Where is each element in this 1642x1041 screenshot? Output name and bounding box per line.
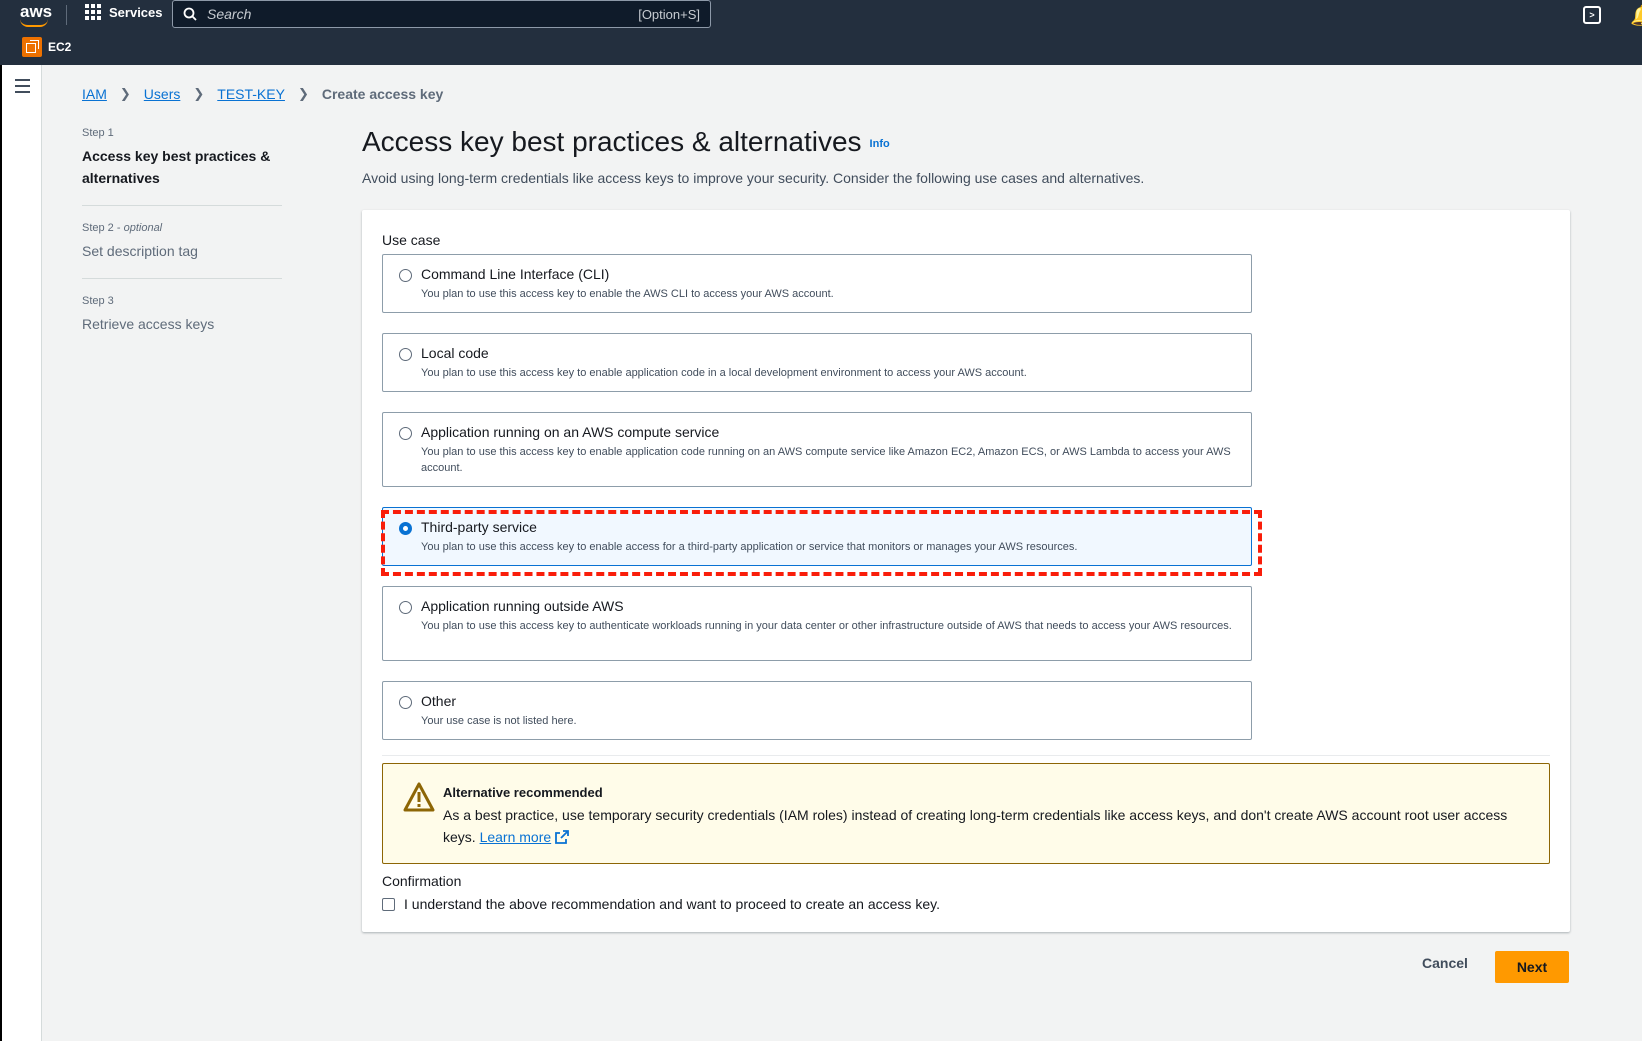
option-description: You plan to use this access key to enabl…: [421, 288, 834, 300]
warning-icon: [403, 782, 435, 812]
info-link[interactable]: Info: [870, 138, 890, 150]
confirmation-text: I understand the above recommendation an…: [404, 896, 940, 912]
side-navigation-rail: [0, 65, 42, 1041]
option-third-party[interactable]: Third-party service You plan to use this…: [382, 507, 1252, 566]
option-other[interactable]: Other Your use case is not listed here.: [382, 681, 1252, 740]
next-button[interactable]: Next: [1495, 951, 1569, 983]
radio-button[interactable]: [399, 696, 412, 709]
search-shortcut-hint: [Option+S]: [638, 7, 700, 22]
option-cli[interactable]: Command Line Interface (CLI) You plan to…: [382, 254, 1252, 313]
step-label: Set description tag: [82, 243, 198, 259]
option-title: Application running outside AWS: [421, 598, 624, 614]
search-input[interactable]: [205, 5, 599, 23]
option-title: Local code: [421, 345, 489, 361]
confirmation-row[interactable]: I understand the above recommendation an…: [382, 896, 940, 912]
learn-more-link[interactable]: Learn more: [480, 829, 552, 845]
step-number: Step 3: [82, 295, 114, 307]
alternative-alert: Alternative recommended As a best practi…: [382, 763, 1550, 864]
breadcrumb-users[interactable]: Users: [144, 86, 181, 102]
chevron-right-icon: ❯: [297, 86, 309, 101]
confirmation-checkbox[interactable]: [382, 897, 395, 911]
section-divider: [382, 755, 1550, 756]
top-navigation: aws Services [Option+S] > 🔔 EC2: [0, 0, 1642, 65]
cloudshell-icon[interactable]: >: [1583, 6, 1601, 24]
option-title: Other: [421, 693, 457, 709]
page-title-text: Access key best practices & alternatives: [362, 126, 862, 157]
aws-smile-icon: [20, 19, 48, 27]
option-description: You plan to use this access key to authe…: [421, 620, 1232, 632]
ec2-icon: [22, 37, 42, 57]
chevron-right-icon: ❯: [119, 86, 131, 101]
step-number: Step 2 - optional: [82, 222, 163, 234]
external-link-icon: [555, 830, 569, 844]
option-local-code[interactable]: Local code You plan to use this access k…: [382, 333, 1252, 392]
page-title: Access key best practices & alternatives…: [362, 126, 890, 158]
radio-button[interactable]: [399, 427, 412, 440]
radio-button[interactable]: [399, 348, 412, 361]
use-case-label: Use case: [382, 232, 441, 248]
alert-text: As a best practice, use temporary securi…: [443, 807, 1508, 845]
option-description: You plan to use this access key to enabl…: [421, 541, 1078, 553]
menu-icon[interactable]: [15, 79, 30, 97]
cancel-button[interactable]: Cancel: [1422, 955, 1468, 971]
step-number: Step 1: [82, 127, 114, 139]
option-aws-compute[interactable]: Application running on an AWS compute se…: [382, 412, 1252, 487]
grid-icon: [85, 4, 101, 20]
wizard-step-2[interactable]: Step 2 - optional Set description tag: [82, 222, 282, 279]
alert-body: As a best practice, use temporary securi…: [443, 804, 1529, 848]
breadcrumb-iam[interactable]: IAM: [82, 86, 107, 102]
breadcrumb-test-key[interactable]: TEST-KEY: [217, 86, 285, 102]
services-menu-button[interactable]: Services: [85, 4, 163, 20]
radio-button-selected[interactable]: [399, 522, 412, 535]
breadcrumb-current: Create access key: [321, 86, 444, 102]
wizard-step-1[interactable]: Step 1 Access key best practices & alter…: [82, 127, 282, 206]
search-bar[interactable]: [Option+S]: [172, 0, 711, 28]
ec2-label: EC2: [48, 40, 72, 54]
favorite-service-ec2[interactable]: EC2: [22, 37, 71, 57]
breadcrumb: IAM ❯ Users ❯ TEST-KEY ❯ Create access k…: [82, 86, 443, 102]
window-edge: [0, 65, 2, 1041]
step-label: Retrieve access keys: [82, 316, 215, 332]
radio-button[interactable]: [399, 269, 412, 282]
step-label: Access key best practices & alternatives: [82, 148, 271, 186]
option-description: You plan to use this access key to enabl…: [421, 446, 1231, 474]
use-case-panel: Use case Command Line Interface (CLI) Yo…: [362, 210, 1570, 932]
wizard-step-3[interactable]: Step 3 Retrieve access keys: [82, 295, 282, 351]
radio-button[interactable]: [399, 601, 412, 614]
option-description: You plan to use this access key to enabl…: [421, 367, 1027, 379]
confirmation-label: Confirmation: [382, 873, 462, 889]
option-description: Your use case is not listed here.: [421, 715, 577, 727]
option-outside-aws[interactable]: Application running outside AWS You plan…: [382, 586, 1252, 661]
services-label: Services: [109, 4, 163, 20]
optional-tag: optional: [123, 222, 163, 234]
option-title: Application running on an AWS compute se…: [421, 424, 720, 440]
option-title: Third-party service: [421, 519, 537, 535]
aws-logo[interactable]: aws: [20, 2, 52, 27]
nav-divider: [66, 5, 67, 25]
notifications-icon[interactable]: 🔔: [1630, 3, 1642, 28]
chevron-right-icon: ❯: [193, 86, 205, 101]
page-subtitle: Avoid using long-term credentials like a…: [362, 170, 1145, 186]
alert-title: Alternative recommended: [443, 785, 603, 800]
wizard-steps: Step 1 Access key best practices & alter…: [82, 127, 282, 367]
option-title: Command Line Interface (CLI): [421, 266, 610, 282]
search-icon: [183, 7, 197, 21]
